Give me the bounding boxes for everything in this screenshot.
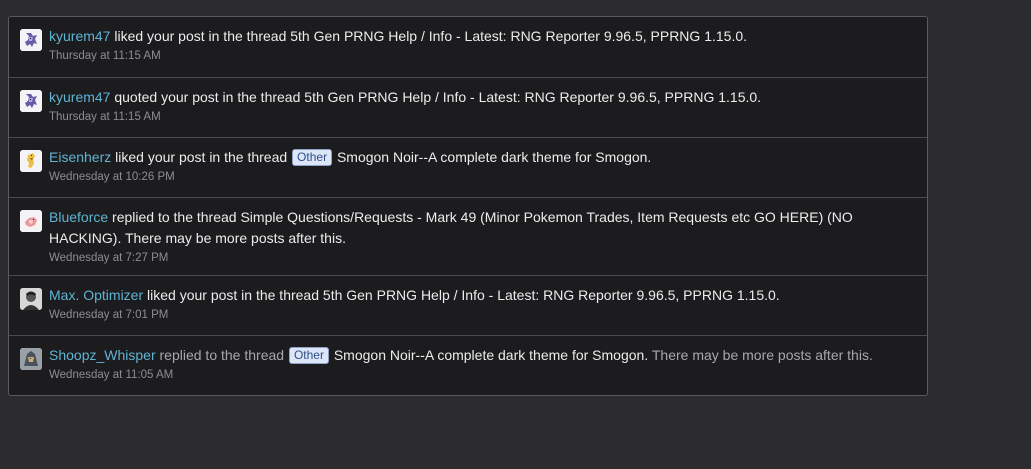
alert-username[interactable]: Eisenherz (49, 149, 111, 165)
kyurem-sprite-icon (20, 90, 42, 112)
alert-action-text: liked your post in the thread (114, 28, 287, 44)
blueforce-avatar[interactable] (20, 210, 42, 232)
eisenherz-avatar[interactable] (20, 150, 42, 172)
alert-thread-link[interactable]: Smogon Noir--A complete dark theme for S… (337, 149, 651, 165)
alert-suffix-text: There may be more posts after this. (651, 347, 873, 363)
pokemon-sprite-icon (20, 348, 42, 370)
alert-action-text: liked your post in the thread (115, 149, 288, 165)
user-photo-icon (20, 288, 42, 310)
alert-time: Wednesday at 10:26 PM (49, 171, 175, 183)
alert-item: kyurem47 quoted your post in the thread … (9, 77, 927, 137)
alert-action-text: replied to the thread (112, 209, 237, 225)
kyurem-sprite-icon (20, 29, 42, 51)
alert-username[interactable]: kyurem47 (49, 28, 110, 44)
alert-thread-link[interactable]: 5th Gen PRNG Help / Info - Latest: RNG R… (323, 287, 780, 303)
alert-time: Thursday at 11:15 AM (49, 111, 161, 123)
alert-item: Blueforce replied to the thread Simple Q… (9, 197, 927, 275)
alert-action-text: liked your post in the thread (147, 287, 320, 303)
shoopz-whisper-avatar[interactable] (20, 348, 42, 370)
alert-item: Shoopz_Whisper replied to the thread Oth… (9, 335, 927, 395)
kyurem-avatar[interactable] (20, 29, 42, 51)
alert-time: Thursday at 11:15 AM (49, 50, 161, 62)
alert-username[interactable]: Max. Optimizer (49, 287, 143, 303)
alert-item: kyurem47 liked your post in the thread 5… (9, 17, 927, 77)
kyurem-avatar[interactable] (20, 90, 42, 112)
thread-prefix-badge[interactable]: Other (288, 347, 329, 364)
alert-thread-link[interactable]: Smogon Noir--A complete dark theme for S… (334, 347, 648, 363)
alert-action-text: quoted your post in the thread (114, 89, 301, 105)
alert-suffix-text: There may be more posts after this. (124, 230, 346, 246)
alert-time: Wednesday at 11:05 AM (49, 369, 174, 381)
max-optimizer-avatar[interactable] (20, 288, 42, 310)
alert-time: Wednesday at 7:27 PM (49, 252, 169, 264)
alert-username[interactable]: kyurem47 (49, 89, 110, 105)
alert-username[interactable]: Blueforce (49, 209, 108, 225)
alert-item: Eisenherz liked your post in the thread … (9, 137, 927, 197)
alerts-list: kyurem47 liked your post in the thread 5… (8, 16, 928, 396)
alert-thread-link[interactable]: 5th Gen PRNG Help / Info - Latest: RNG R… (304, 89, 761, 105)
alert-thread-link[interactable]: 5th Gen PRNG Help / Info - Latest: RNG R… (290, 28, 747, 44)
alert-action-text: replied to the thread (159, 347, 285, 363)
alert-time: Wednesday at 7:01 PM (49, 309, 169, 321)
pokemon-sprite-icon (20, 150, 42, 172)
alert-username[interactable]: Shoopz_Whisper (49, 347, 156, 363)
thread-prefix-badge[interactable]: Other (292, 149, 333, 166)
pokemon-sprite-icon (20, 210, 42, 232)
alert-item: Max. Optimizer liked your post in the th… (9, 275, 927, 335)
